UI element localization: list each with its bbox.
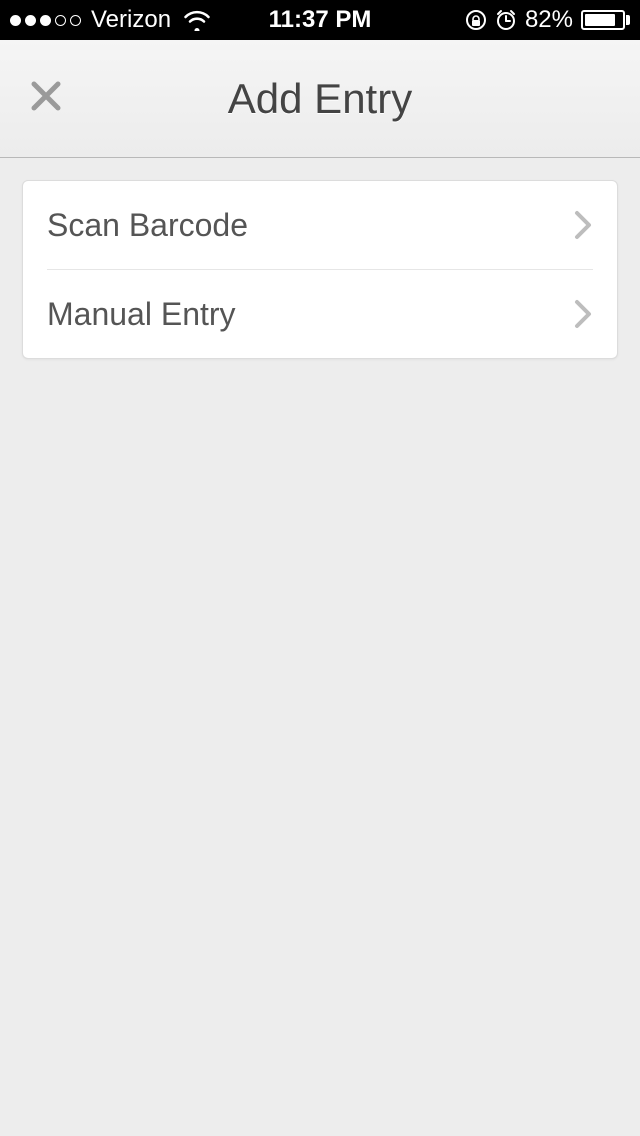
signal-strength-icon xyxy=(10,15,81,26)
orientation-lock-icon xyxy=(465,9,487,31)
carrier-label: Verizon xyxy=(91,6,171,34)
wifi-icon xyxy=(183,9,211,31)
option-manual-entry[interactable]: Manual Entry xyxy=(23,270,617,358)
status-left: Verizon xyxy=(10,6,211,34)
alarm-icon xyxy=(495,9,517,31)
content-area: Scan Barcode Manual Entry xyxy=(0,158,640,381)
chevron-right-icon xyxy=(573,209,593,241)
close-icon xyxy=(28,78,64,119)
chevron-right-icon xyxy=(573,298,593,330)
battery-icon xyxy=(581,10,630,30)
option-scan-barcode[interactable]: Scan Barcode xyxy=(23,181,617,269)
option-label: Scan Barcode xyxy=(47,207,573,244)
option-label: Manual Entry xyxy=(47,296,573,333)
status-bar: Verizon 11:37 PM xyxy=(0,0,640,40)
options-card: Scan Barcode Manual Entry xyxy=(22,180,618,359)
close-button[interactable] xyxy=(22,75,70,123)
nav-header: Add Entry xyxy=(0,40,640,158)
clock: 11:37 PM xyxy=(269,6,372,34)
page-title: Add Entry xyxy=(228,75,412,123)
battery-percent: 82% xyxy=(525,6,573,34)
status-right: 82% xyxy=(465,6,630,34)
